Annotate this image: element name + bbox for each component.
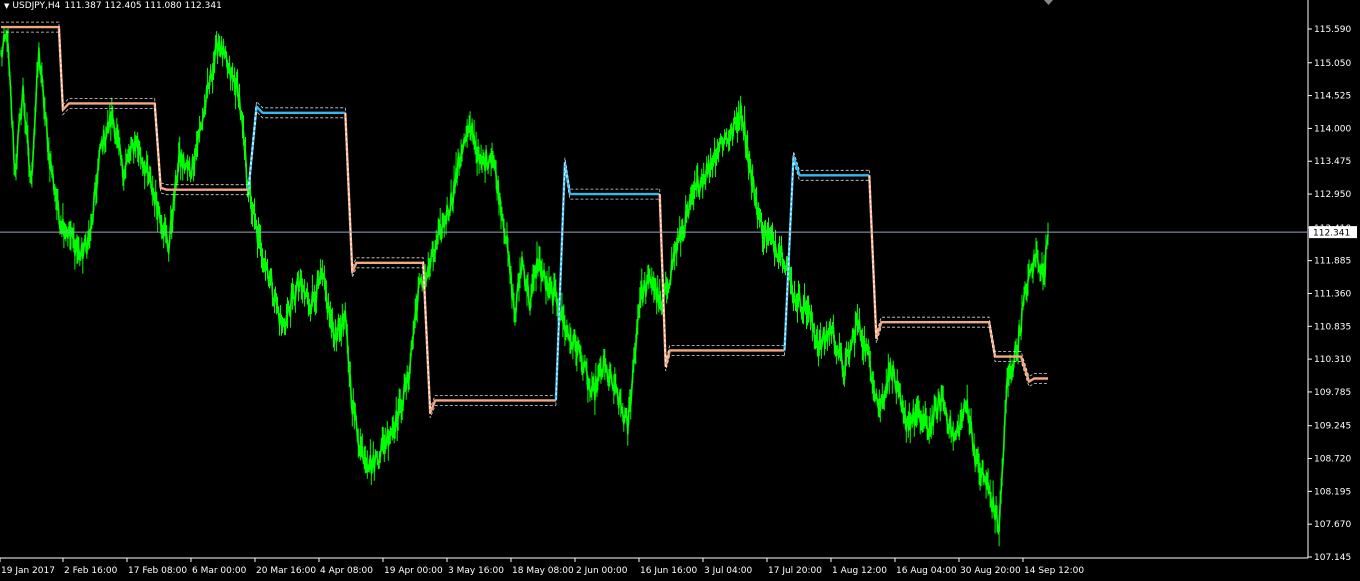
chart-area[interactable]: 115.590 115.050 114.525 114.000 113.475 112.9… bbox=[0, 0, 1360, 581]
y-tick-label: 111.360 bbox=[1314, 289, 1351, 299]
x-tick-label: 3 Jul 04:00 bbox=[704, 566, 753, 576]
x-tick-label: 6 Mar 00:00 bbox=[192, 566, 247, 576]
bid-price-label: 112.341 bbox=[1313, 229, 1350, 239]
y-tick-label: 115.590 bbox=[1314, 25, 1351, 35]
y-tick-label: 110.310 bbox=[1314, 355, 1351, 365]
y-tick-label: 114.000 bbox=[1314, 124, 1351, 134]
y-tick-label: 108.720 bbox=[1314, 455, 1351, 465]
stop-band-upper bbox=[868, 170, 1048, 378]
stop-band-upper bbox=[344, 107, 556, 409]
y-tick-label: 109.785 bbox=[1314, 388, 1351, 398]
price-bars bbox=[0, 26, 1049, 547]
chart-shift-icon[interactable] bbox=[1044, 0, 1053, 5]
stop-line-down bbox=[658, 194, 785, 368]
y-tick-label: 108.195 bbox=[1314, 487, 1351, 497]
x-tick-label: 2 Jun 00:00 bbox=[576, 566, 628, 576]
price-series-group bbox=[0, 26, 1049, 547]
x-tick-label: 16 Aug 04:00 bbox=[896, 566, 957, 576]
y-tick-label: 112.950 bbox=[1314, 190, 1351, 200]
axes-group: 115.590 115.050 114.525 114.000 113.475 112.9… bbox=[0, 0, 1357, 576]
x-tick-label: 18 May 08:00 bbox=[512, 566, 574, 576]
x-tick-label: 1 Aug 12:00 bbox=[832, 566, 887, 576]
price-chart-svg: 115.590 115.050 114.525 114.000 113.475 112.9… bbox=[0, 0, 1357, 576]
x-tick-label: 2 Feb 16:00 bbox=[64, 566, 118, 576]
x-tick-label: 16 Jun 16:00 bbox=[640, 566, 697, 576]
y-tick-label: 109.245 bbox=[1314, 422, 1351, 432]
y-tick-label: 115.050 bbox=[1314, 59, 1351, 69]
x-tick-label: 4 Apr 08:00 bbox=[320, 566, 373, 576]
y-tick-label: 107.145 bbox=[1314, 553, 1351, 563]
y-tick-label: 114.525 bbox=[1314, 92, 1351, 102]
stop-band-upper bbox=[659, 189, 785, 362]
x-tick-label: 19 Apr 00:00 bbox=[384, 566, 443, 576]
stop-line-down bbox=[344, 112, 556, 415]
x-tick-label: 19 Jan 2017 bbox=[1, 566, 55, 576]
y-tick-label: 107.670 bbox=[1314, 520, 1351, 530]
y-tick-label: 111.885 bbox=[1314, 257, 1351, 267]
stop-line-down bbox=[868, 175, 1048, 383]
x-tick-label: 20 Mar 16:00 bbox=[256, 566, 316, 576]
y-tick-label: 110.835 bbox=[1314, 322, 1351, 332]
symbol-header: ▼ USDJPY,H4 111.387 112.405 111.080 112.34… bbox=[4, 1, 222, 11]
y-tick-label: 113.475 bbox=[1314, 157, 1351, 167]
stop-line-up bbox=[247, 105, 346, 190]
x-tick-label: 14 Sep 12:00 bbox=[1024, 566, 1084, 576]
x-tick-label: 3 May 16:00 bbox=[448, 566, 504, 576]
symbol-label: USDJPY,H4 bbox=[12, 1, 61, 11]
dropdown-triangle-icon[interactable]: ▼ bbox=[4, 2, 9, 10]
x-tick-label: 17 Jul 20:00 bbox=[768, 566, 822, 576]
x-tick-label: 30 Aug 20:00 bbox=[960, 566, 1021, 576]
stop-band-lower bbox=[248, 110, 346, 195]
x-tick-label: 17 Feb 08:00 bbox=[128, 566, 187, 576]
ohlc-values: 111.387 112.405 111.080 112.341 bbox=[64, 1, 222, 11]
